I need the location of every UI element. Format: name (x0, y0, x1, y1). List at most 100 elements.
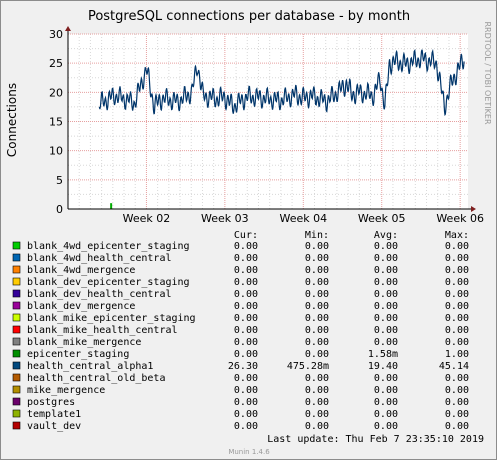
legend-swatch (12, 301, 21, 310)
legend-avg-value: 1.58m (368, 349, 398, 360)
x-tick-label: Week 02 (123, 212, 171, 225)
legend-avg-value: 0.00 (374, 253, 398, 264)
legend-min-value: 475.28m (287, 361, 329, 372)
legend-cur-value: 0.00 (234, 337, 258, 348)
legend-avg-value: 0.00 (374, 409, 398, 420)
x-tick-labels: Week 02 Week 03 Week 04 Week 05 Week 06 (123, 212, 484, 225)
x-tick-label: Week 04 (279, 212, 327, 225)
y-tick-label: 15 (49, 116, 63, 129)
x-tick-label: Week 03 (201, 212, 249, 225)
legend-avg-value: 0.00 (374, 397, 398, 408)
y-axis-label: Connections (5, 83, 19, 157)
legend-avg-value: 0.00 (374, 241, 398, 252)
legend-min-value: 0.00 (305, 277, 329, 288)
y-tick-label: 10 (49, 145, 63, 158)
legend-swatch (12, 325, 21, 334)
legend-avg-value: 0.00 (374, 373, 398, 384)
legend-min-value: 0.00 (305, 325, 329, 336)
legend-name: health_central_old_beta (27, 373, 165, 384)
legend-avg-value: 0.00 (374, 313, 398, 324)
legend-name: blank_mike_mergence (27, 337, 141, 348)
legend-cur-value: 0.00 (234, 313, 258, 324)
legend-name: blank_dev_epicenter_staging (27, 277, 190, 288)
legend-min-value: 0.00 (305, 373, 329, 384)
legend-max-value: 0.00 (445, 313, 469, 324)
legend-name: health_central_alpha1 (27, 361, 153, 372)
legend-max-value: 45.14 (439, 361, 469, 372)
legend-cur-value: 26.30 (228, 361, 258, 372)
munin-graph: PostgreSQL connections per database - by… (0, 0, 497, 460)
legend: blank_4wd_epicenter_staging 0.00 0.00 0.00 0… (12, 241, 469, 432)
legend-name: template1 (27, 409, 81, 420)
legend-cur-value: 0.00 (234, 385, 258, 396)
legend-cur-value: 0.00 (234, 373, 258, 384)
legend-min-value: 0.00 (305, 313, 329, 324)
legend-min-value: 0.00 (305, 289, 329, 300)
legend-max-value: 0.00 (445, 301, 469, 312)
y-axis-arrow (65, 26, 71, 31)
legend-cur-value: 0.00 (234, 325, 258, 336)
chart: PostgreSQL connections per database - by… (5, 9, 492, 456)
y-tick-labels: 0 5 10 15 20 25 30 (49, 28, 63, 216)
legend-header-cur: Cur: (234, 230, 258, 241)
legend-avg-value: 0.00 (374, 265, 398, 276)
legend-min-value: 0.00 (305, 301, 329, 312)
legend-swatch (12, 277, 21, 286)
legend-name: blank_mike_health_central (27, 325, 178, 336)
legend-max-value: 1.00 (445, 349, 469, 360)
legend-cur-value: 0.00 (234, 397, 258, 408)
legend-max-value: 0.00 (445, 253, 469, 264)
legend-cur-value: 0.00 (234, 253, 258, 264)
legend-max-value: 0.00 (445, 337, 469, 348)
legend-min-value: 0.00 (305, 265, 329, 276)
chart-title: PostgreSQL connections per database - by… (88, 9, 410, 24)
legend-cur-value: 0.00 (234, 349, 258, 360)
legend-name: blank_dev_health_central (27, 289, 172, 300)
legend-swatch (12, 313, 21, 322)
legend-avg-value: 19.40 (368, 361, 398, 372)
legend-cur-value: 0.00 (234, 289, 258, 300)
x-tick-label: Week 05 (358, 212, 406, 225)
legend-name: blank_4wd_mergence (27, 265, 135, 276)
last-update: Last update: Thu Feb 7 23:35:10 2019 (267, 434, 484, 445)
legend-cur-value: 0.00 (234, 301, 258, 312)
legend-cur-value: 0.00 (234, 241, 258, 252)
legend-swatch (12, 397, 21, 406)
legend-swatch (12, 409, 21, 418)
legend-min-value: 0.00 (305, 397, 329, 408)
legend-min-value: 0.00 (305, 241, 329, 252)
legend-name: epicenter_staging (27, 349, 129, 360)
legend-min-value: 0.00 (305, 421, 329, 432)
legend-max-value: 0.00 (445, 421, 469, 432)
legend-min-value: 0.00 (305, 349, 329, 360)
rrdtool-watermark: RRDTOOL / TOBI OETIKER (483, 21, 492, 124)
legend-name: blank_dev_mergence (27, 301, 135, 312)
legend-max-value: 0.00 (445, 385, 469, 396)
legend-min-value: 0.00 (305, 337, 329, 348)
legend-cur-value: 0.00 (234, 277, 258, 288)
legend-cur-value: 0.00 (234, 409, 258, 420)
legend-max-value: 0.00 (445, 373, 469, 384)
legend-swatch (12, 361, 21, 370)
legend-swatch (12, 373, 21, 382)
legend-swatch (12, 385, 21, 394)
legend-cur-value: 0.00 (234, 421, 258, 432)
legend-name: mike_mergence (27, 385, 105, 396)
munin-version: Munin 1.4.6 (228, 448, 270, 456)
legend-name: vault_dev (27, 421, 81, 432)
y-tick-label: 30 (49, 28, 63, 41)
legend-max-value: 0.00 (445, 289, 469, 300)
legend-name: blank_4wd_epicenter_staging (27, 241, 190, 252)
legend-max-value: 0.00 (445, 277, 469, 288)
legend-avg-value: 0.00 (374, 289, 398, 300)
legend-header-avg: Avg: (374, 230, 398, 241)
legend-min-value: 0.00 (305, 385, 329, 396)
legend-avg-value: 0.00 (374, 385, 398, 396)
legend-avg-value: 0.00 (374, 337, 398, 348)
legend-max-value: 0.00 (445, 241, 469, 252)
legend-swatch (12, 289, 21, 298)
legend-max-value: 0.00 (445, 409, 469, 420)
legend-swatch (12, 421, 21, 430)
legend-avg-value: 0.00 (374, 277, 398, 288)
legend-swatch (12, 337, 21, 346)
